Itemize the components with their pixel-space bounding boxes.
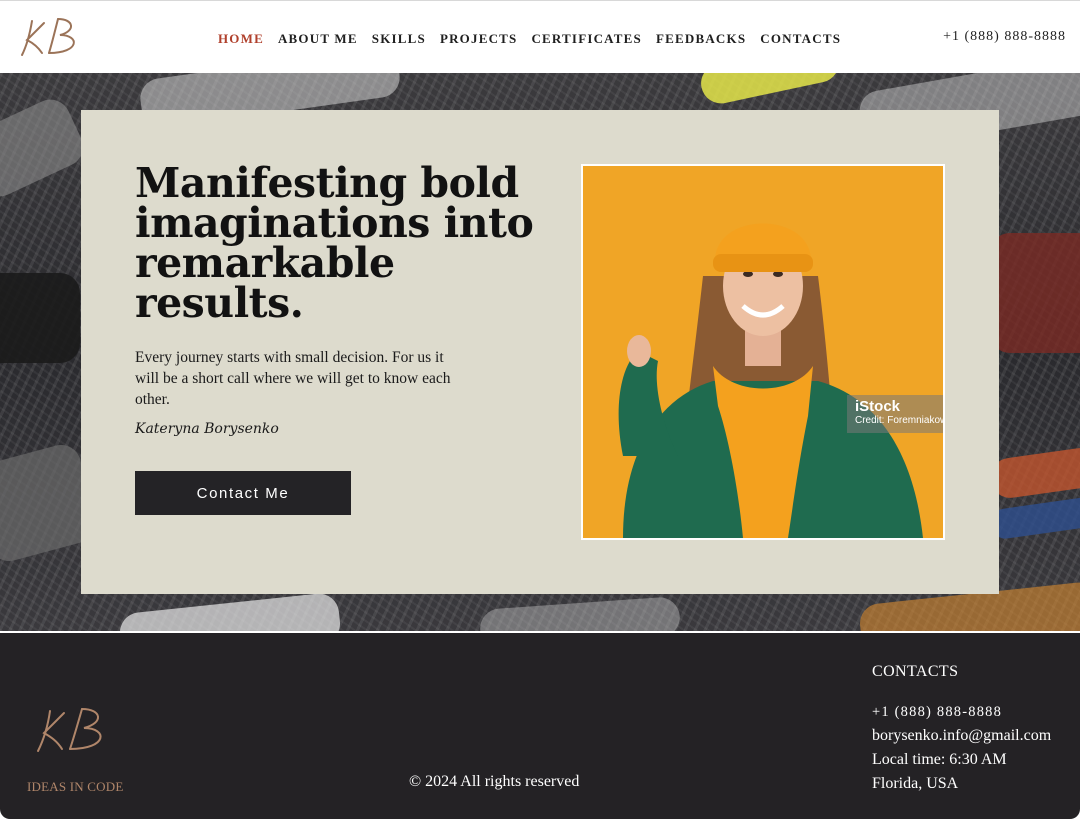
kb-logo-icon (21, 18, 75, 56)
hero-headline: Manifesting bold imaginations into remar… (135, 159, 534, 327)
contact-me-button[interactable]: Contact Me (135, 471, 351, 515)
kb-logo[interactable] (18, 13, 84, 61)
nav-certificates[interactable]: CERTIFICATES (531, 31, 642, 47)
portrait-image (583, 166, 943, 538)
hero-section: Manifesting bold imaginations into remar… (0, 73, 1080, 631)
footer-tagline: IDEAS IN CODE (27, 779, 124, 794)
footer-location: Florida, USA (872, 775, 959, 792)
footer-kb-logo-icon (37, 708, 102, 752)
istock-brand: iStock (855, 398, 901, 415)
hero-intro-text: Every journey starts with small decision… (135, 349, 451, 408)
footer-kb-logo[interactable] (32, 703, 112, 757)
nav-feedbacks[interactable]: FEEDBACKS (656, 31, 746, 47)
footer-contacts: CONTACTS +1 (888) 888-8888 borysenko.inf… (872, 663, 1051, 796)
bg-streak (988, 495, 1080, 541)
istock-watermark: iStock Credit: Foremniakow (847, 395, 943, 433)
footer-phone[interactable]: +1 (888) 888-8888 (872, 700, 1051, 724)
site-header: HOME ABOUT ME SKILLS PROJECTS CERTIFICAT… (0, 0, 1080, 73)
signature: Kateryna Borysenko (135, 421, 279, 437)
header-phone[interactable]: +1 (888) 888-8888 (943, 29, 1066, 45)
hero-photo: iStock Credit: Foremniakow (581, 164, 945, 540)
footer-local-time: Local time: 6:30 AM (872, 751, 1007, 768)
istock-credit: Credit: Foremniakow (855, 415, 945, 426)
nav-about-me[interactable]: ABOUT ME (278, 31, 358, 47)
nav-contacts[interactable]: CONTACTS (760, 31, 841, 47)
bg-streak (990, 233, 1080, 353)
nav-skills[interactable]: SKILLS (372, 31, 426, 47)
main-nav: HOME ABOUT ME SKILLS PROJECTS CERTIFICAT… (218, 31, 855, 47)
hero-card: Manifesting bold imaginations into remar… (81, 110, 999, 594)
nav-projects[interactable]: PROJECTS (440, 31, 518, 47)
copyright-text: © 2024 All rights reserved (409, 773, 580, 790)
bg-streak (117, 591, 343, 631)
contacts-title: CONTACTS (872, 663, 959, 680)
bg-streak (0, 93, 90, 203)
bg-streak (987, 445, 1080, 501)
site-footer: IDEAS IN CODE © 2024 All rights reserved… (0, 633, 1080, 819)
footer-email[interactable]: borysenko.info@gmail.com (872, 724, 1051, 748)
bg-streak (478, 596, 682, 631)
bg-streak (697, 73, 843, 108)
nav-home[interactable]: HOME (218, 31, 264, 47)
bg-streak (0, 273, 80, 363)
